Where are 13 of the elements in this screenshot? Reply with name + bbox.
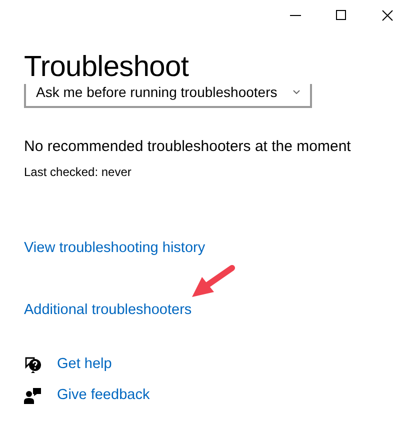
get-help-link[interactable]: Get help (57, 354, 112, 374)
feedback-icon (24, 386, 42, 404)
feedback-link[interactable]: Give feedback (57, 385, 150, 405)
chevron-icon (293, 90, 300, 94)
link[interactable]: View troubleshooting history (24, 238, 206, 258)
link[interactable]: Additional troubleshooters (24, 300, 192, 320)
maximize-icon[interactable] (336, 10, 346, 20)
help-icon (24, 356, 42, 372)
close-icon[interactable] (382, 10, 392, 20)
dropdown[interactable]: Ask me before running troubleshooters (24, 84, 312, 108)
last-checked-text: Last checked: never (24, 164, 132, 180)
status-message: No recommended troubleshooters at the moment (24, 137, 351, 157)
minimize-icon[interactable] (290, 14, 300, 16)
